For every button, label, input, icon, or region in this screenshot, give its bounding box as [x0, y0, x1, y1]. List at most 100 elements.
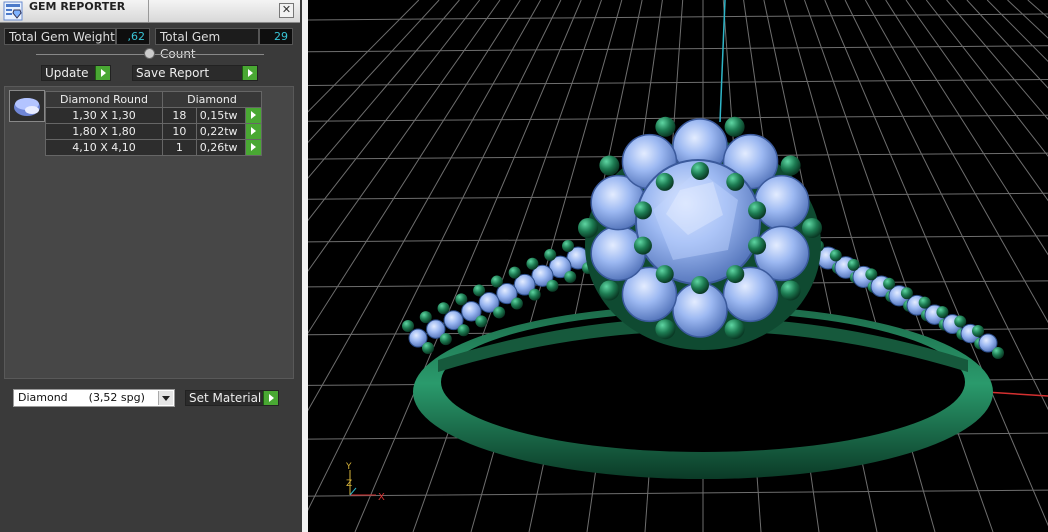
prong-bead — [655, 265, 674, 284]
grid-line — [308, 79, 1048, 87]
prong-bead — [691, 276, 709, 294]
shoulder-bead — [936, 306, 949, 319]
set-material-button[interactable]: Set Material — [185, 390, 279, 406]
grid-line — [308, 13, 1048, 21]
row-go-button[interactable] — [244, 107, 263, 124]
row-go-button[interactable] — [244, 123, 263, 140]
shoulder-bead — [457, 324, 470, 337]
shoulder-bead — [510, 297, 523, 310]
prong-bead — [724, 319, 745, 340]
shoulder-bead — [437, 302, 450, 315]
prong-bead — [633, 201, 652, 220]
shoulder-bead — [883, 277, 896, 290]
prong-bead — [748, 236, 767, 255]
shoulder-bead — [402, 320, 414, 332]
gem-weight-cell: 0,26tw — [195, 139, 246, 156]
gem-weight-cell: 0,15tw — [195, 107, 246, 124]
title-divider — [148, 0, 149, 22]
update-button[interactable]: Update — [41, 65, 111, 81]
update-button-label: Update — [45, 66, 89, 80]
gem-size-cell: 4,10 X 4,10 — [45, 139, 163, 156]
prong-bead — [724, 116, 745, 137]
table-row[interactable]: 1,80 X 1,80 10 0,22tw — [45, 123, 263, 140]
slider-handle[interactable] — [144, 48, 155, 59]
play-arrow-icon — [263, 391, 278, 405]
grid-line — [308, 0, 460, 179]
shoulder-bead — [865, 268, 878, 281]
prong-bead — [726, 265, 745, 284]
shoulder-bead — [544, 248, 557, 261]
save-report-button-label: Save Report — [136, 66, 210, 80]
play-arrow-icon — [242, 66, 257, 80]
shoulder-bead — [918, 296, 931, 309]
viewport-scene[interactable]: X Y Z — [308, 0, 1048, 532]
prong-bead — [599, 155, 620, 176]
gem-count-cell: 18 — [162, 107, 197, 124]
shoulder-bead — [972, 325, 984, 337]
axis-label-x: X — [378, 492, 385, 503]
gem-table-header: Diamond Round Diamond — [45, 91, 262, 108]
grid-line — [308, 114, 1048, 122]
shoulder-bead — [954, 315, 967, 328]
3d-viewport[interactable]: X Y Z — [308, 0, 1048, 532]
shoulder-bead — [455, 293, 468, 306]
close-button[interactable]: ✕ — [279, 3, 294, 18]
axis-label-z: Z — [346, 479, 352, 489]
shoulder-bead — [829, 249, 842, 262]
prong-bead — [578, 218, 598, 238]
prong-bead — [780, 155, 801, 176]
close-icon: ✕ — [281, 3, 292, 16]
prong-bead — [748, 201, 767, 220]
table-row[interactable]: 1,30 X 1,30 18 0,15tw — [45, 107, 263, 124]
material-select[interactable]: Diamond (3,52 spg) — [13, 389, 175, 407]
set-material-button-label: Set Material — [189, 391, 262, 405]
grid-line — [308, 0, 481, 222]
title-bar[interactable]: GEM REPORTER ✕ — [0, 0, 300, 23]
gem-reporter-panel: GEM REPORTER ✕ Total Gem Weight ,62 Tota… — [0, 0, 302, 532]
prong-bead — [655, 116, 676, 137]
shoulder-bead — [992, 347, 1004, 359]
gem-thumbnail — [9, 90, 45, 122]
gem-size-cell: 1,80 X 1,80 — [45, 123, 163, 140]
halo-diamond — [754, 174, 810, 231]
shoulder-bead — [562, 240, 574, 252]
gem-reporter-app-icon — [3, 1, 23, 21]
window-title: GEM REPORTER — [29, 0, 126, 13]
shoulder-bead — [847, 258, 860, 271]
row-go-button[interactable] — [244, 139, 263, 156]
prong-bead — [633, 236, 652, 255]
shoulder-bead — [419, 311, 432, 324]
total-gem-count-value: 29 — [259, 28, 293, 45]
gem-size-cell: 1,30 X 1,30 — [45, 107, 163, 124]
prong-bead — [780, 280, 801, 301]
prong-bead — [599, 280, 620, 301]
shoulder-bead — [528, 288, 541, 301]
save-report-button[interactable]: Save Report — [132, 65, 258, 81]
material-select-value: Diamond (3,52 spg) — [18, 391, 145, 404]
prong-bead — [802, 218, 822, 238]
gem-weight-cell: 0,22tw — [195, 123, 246, 140]
prong-bead — [726, 172, 745, 191]
axis-label-y: Y — [345, 462, 352, 472]
shoulder-bead — [475, 315, 488, 328]
total-gem-weight-label: Total Gem Weight — [4, 28, 116, 45]
shoulder-bead — [526, 257, 539, 270]
shoulder-bead — [508, 266, 521, 279]
shoulder-bead — [422, 342, 434, 354]
shoulder-bead — [490, 275, 503, 288]
shoulder-bead — [900, 287, 913, 300]
column-header-material: Diamond — [162, 91, 262, 108]
grid-line — [308, 489, 1048, 497]
gem-count-cell: 1 — [162, 139, 197, 156]
prong-bead — [655, 172, 674, 191]
shoulder-bead — [564, 270, 577, 283]
shoulder-bead — [439, 333, 452, 346]
chevron-down-icon[interactable] — [158, 391, 173, 405]
table-row[interactable]: 4,10 X 4,10 1 0,26tw — [45, 139, 263, 156]
diamond-round-icon — [14, 98, 40, 116]
column-header-shape: Diamond Round — [45, 91, 163, 108]
grid-line — [308, 0, 440, 144]
z-axis-line — [719, 0, 726, 123]
prong-bead — [691, 162, 709, 180]
shoulder-bead — [546, 279, 559, 292]
